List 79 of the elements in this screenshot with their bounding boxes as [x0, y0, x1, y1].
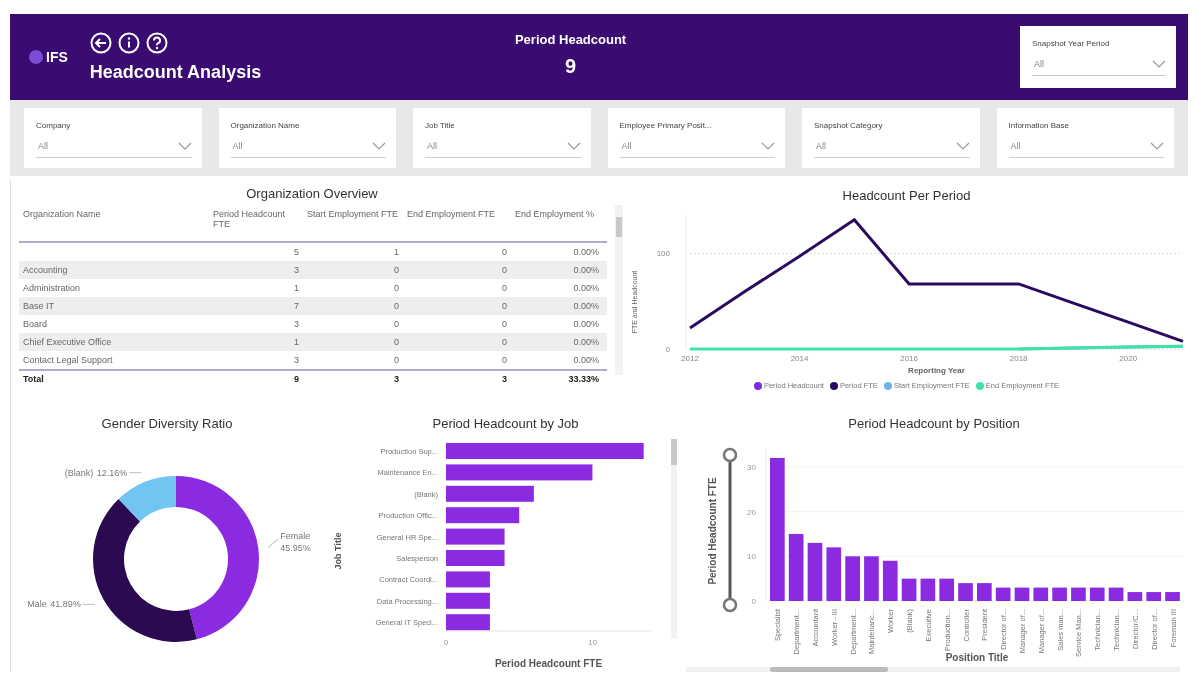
table-cell-text: 0	[501, 319, 508, 329]
axis-title: Reporting Year	[908, 366, 965, 375]
slicer-label: Snapshot Year Period	[1032, 39, 1110, 48]
table-cell-text: Base IT	[22, 301, 55, 311]
total-cell-text: 33.33%	[567, 374, 600, 384]
kpi-value: 9	[565, 55, 577, 78]
tick-label: 2018	[1009, 354, 1028, 363]
tick-label: 0	[665, 345, 670, 354]
table-cell-text: 3	[293, 355, 300, 365]
table-cell-text: 0	[501, 337, 508, 347]
chart-title: Period Headcount by Job	[431, 416, 580, 431]
table-cell-text: 0	[501, 265, 508, 275]
total-label: Total	[22, 374, 45, 384]
dashboard-title: Headcount Analysis	[89, 61, 262, 83]
total-cell-text: 3	[501, 374, 508, 384]
table-cell-text: 0	[501, 283, 508, 293]
table-cell-text: 0.00%	[572, 283, 600, 293]
table-cell-text: 0.00%	[572, 355, 600, 365]
slice-label: (Blank)	[64, 467, 94, 478]
table-cell-text: 0.00%	[572, 247, 600, 257]
table-cell-text: 7	[293, 301, 300, 311]
table-cell-text: 0	[393, 301, 400, 311]
table-cell-text: Contact Legal Support	[22, 355, 114, 365]
table-cell-text: 1	[393, 247, 400, 257]
tick-label: 30	[747, 462, 756, 472]
slice-value: 45.95%	[280, 543, 311, 554]
slicer-label: Information Base	[1008, 121, 1069, 130]
slicer-label: Company	[36, 121, 71, 130]
slicer-label: Job Title	[425, 121, 455, 130]
table-cell-text: 0	[393, 283, 400, 293]
table-cell-text: 0	[501, 355, 508, 365]
slice-label: Female	[280, 531, 311, 542]
axis-title: Position Title	[945, 652, 1009, 663]
axis-title: Period Headcount FTE	[494, 658, 603, 669]
slicer-label: Organization Name	[230, 121, 300, 130]
table-cell-text: 0	[501, 301, 508, 311]
table-cell-text: 3	[293, 319, 300, 329]
table-cell-text: 0.00%	[572, 301, 600, 311]
tick-label: 2016	[900, 354, 918, 363]
table-cell-text: Accounting	[22, 265, 69, 275]
slice-value: 41.89%	[50, 599, 81, 610]
tick-label: 10	[588, 638, 597, 647]
tick-label: 0	[751, 597, 756, 606]
tick-label: 100	[656, 249, 670, 259]
tick-label: 20	[747, 507, 756, 517]
table-cell-text: 3	[293, 265, 300, 275]
tick-label: 2020	[1119, 354, 1138, 363]
table-cell-text: 0	[393, 265, 400, 275]
chart-title: Period Headcount by Position	[847, 416, 1021, 431]
tick-label: 2012	[681, 354, 699, 363]
slicer-label: Snapshot Category	[814, 121, 883, 130]
total-cell-text: 3	[393, 374, 400, 384]
table-cell-text: 0	[501, 247, 508, 257]
tick-label: 10	[747, 552, 756, 562]
axis-title: Job Title	[333, 532, 343, 570]
table-cell-text: 5	[293, 247, 300, 257]
table-cell-text: 0.00%	[572, 337, 600, 347]
tick-label: 2014	[790, 354, 809, 363]
table-cell-text: 0.00%	[572, 265, 600, 275]
table-cell-text: Board	[22, 319, 49, 329]
table-cell-text: Administration	[22, 283, 82, 293]
chart-title: Gender Diversity Ratio	[100, 416, 234, 431]
tick-label: 0	[443, 638, 449, 647]
total-cell-text: 9	[293, 374, 300, 384]
slicer-label: Employee Primary Posit...	[619, 121, 712, 130]
logo-text: IFS	[46, 49, 68, 65]
kpi-label: Period Headcount	[514, 32, 627, 47]
table-cell-text: 1	[293, 337, 300, 347]
table-cell-text: 0	[393, 319, 400, 329]
table-cell-text: 0	[393, 355, 400, 365]
table-cell-text: 1	[293, 283, 300, 293]
axis-title: Period Headcount FTE	[707, 477, 718, 585]
table-cell-text: 0.00%	[572, 319, 600, 329]
slice-label: Male	[27, 599, 47, 610]
chart-title: Headcount Per Period	[841, 188, 972, 203]
table-cell-text: 0	[393, 337, 400, 347]
table-title: Organization Overview	[245, 186, 379, 201]
slice-value: 12.16%	[96, 467, 128, 478]
table-cell-text: Chief Executive Office	[22, 337, 113, 347]
